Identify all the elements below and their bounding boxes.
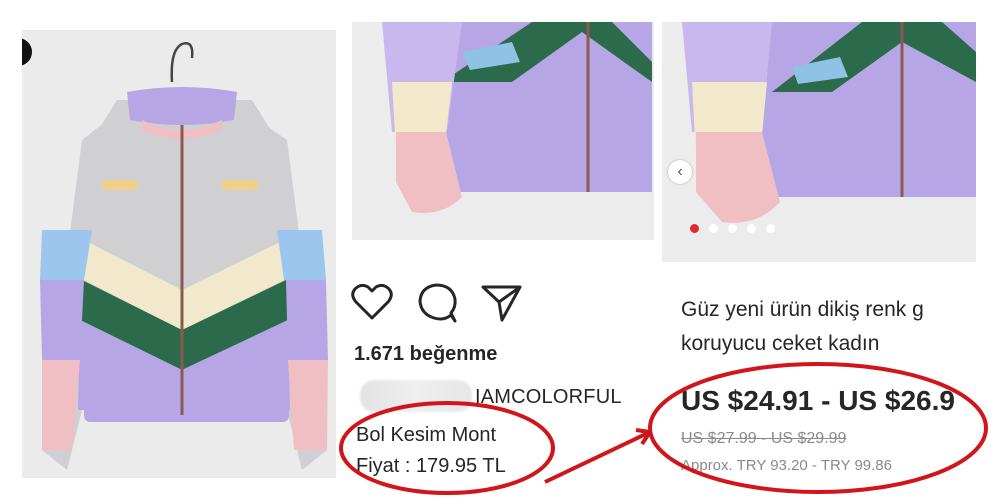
carousel-dot[interactable]	[690, 224, 699, 233]
username[interactable]: IAMCOLORFUL	[475, 386, 622, 409]
carousel-dot[interactable]	[709, 224, 718, 233]
carousel-dot[interactable]	[747, 224, 756, 233]
blurred-avatar	[360, 380, 472, 412]
product-price: US $24.91 - US $26.9	[681, 385, 955, 416]
arrow-icon	[544, 430, 651, 484]
carousel-dot[interactable]	[766, 224, 775, 233]
carousel-dot[interactable]	[728, 224, 737, 233]
product-title-line-1: Güz yeni ürün dikiş renk g	[681, 298, 924, 321]
carousel-dots[interactable]	[690, 224, 775, 233]
caption-line-2: Fiyat : 179.95 TL	[356, 455, 506, 477]
comment-icon[interactable]	[416, 282, 460, 324]
old-price: US $27.99 - US $29.99	[681, 430, 847, 447]
caption-line-1: Bol Kesim Mont	[356, 424, 497, 446]
heart-icon[interactable]	[350, 282, 394, 322]
product-title-line-2: koruyucu ceket kadın	[681, 332, 880, 355]
jacket-photo	[22, 30, 336, 478]
instagram-photo	[352, 22, 654, 240]
share-icon[interactable]	[480, 282, 524, 324]
caption-highlight-ellipse	[339, 401, 555, 495]
chevron-left-icon[interactable]: ‹	[668, 160, 692, 184]
likes-count: 1.671 beğenme	[354, 343, 498, 365]
approx-price: Approx. TRY 93.20 - TRY 99.86	[681, 457, 892, 474]
